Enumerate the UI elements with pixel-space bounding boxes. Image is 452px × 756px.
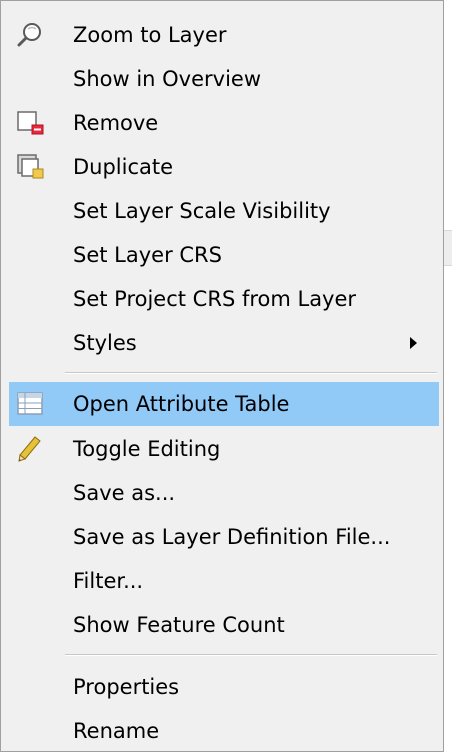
- submenu-arrow-icon: [410, 337, 417, 349]
- menu-item-label: Save as...: [73, 481, 176, 505]
- layer-context-menu: Zoom to Layer Show in Overview Remove Du…: [0, 0, 444, 752]
- menu-item-show-in-overview[interactable]: Show in Overview: [9, 57, 439, 101]
- menu-item-label: Rename: [73, 719, 160, 743]
- menu-item-set-project-crs-from-layer[interactable]: Set Project CRS from Layer: [9, 277, 439, 321]
- pencil-icon: [15, 435, 45, 463]
- menu-item-duplicate[interactable]: Duplicate: [9, 145, 439, 189]
- menu-item-label: Zoom to Layer: [73, 23, 227, 47]
- menu-item-label: Properties: [73, 675, 180, 699]
- menu-item-label: Remove: [73, 111, 159, 135]
- menu-item-label: Set Project CRS from Layer: [73, 287, 357, 311]
- attribute-table-icon: [15, 390, 45, 418]
- menu-item-label: Save as Layer Definition File...: [73, 525, 391, 549]
- remove-layer-icon: [15, 109, 45, 137]
- menu-separator: [65, 654, 437, 656]
- duplicate-layer-icon: [15, 153, 45, 181]
- menu-item-show-feature-count[interactable]: Show Feature Count: [9, 603, 439, 647]
- menu-item-zoom-to-layer[interactable]: Zoom to Layer: [9, 13, 439, 57]
- menu-item-label: Show Feature Count: [73, 613, 285, 637]
- menu-item-set-layer-scale-visibility[interactable]: Set Layer Scale Visibility: [9, 189, 439, 233]
- menu-item-label: Duplicate: [73, 155, 174, 179]
- menu-item-label: Toggle Editing: [73, 437, 221, 461]
- menu-item-properties[interactable]: Properties: [9, 665, 439, 709]
- menu-item-save-as[interactable]: Save as...: [9, 471, 439, 515]
- menu-item-label: Styles: [73, 331, 137, 355]
- menu-item-save-as-layer-definition-file[interactable]: Save as Layer Definition File...: [9, 515, 439, 559]
- menu-item-label: Set Layer CRS: [73, 243, 222, 267]
- menu-item-styles[interactable]: Styles: [9, 321, 439, 365]
- menu-item-toggle-editing[interactable]: Toggle Editing: [9, 427, 439, 471]
- menu-item-filter[interactable]: Filter...: [9, 559, 439, 603]
- menu-separator: [65, 372, 437, 374]
- menu-item-label: Set Layer Scale Visibility: [73, 199, 331, 223]
- menu-item-remove[interactable]: Remove: [9, 101, 439, 145]
- menu-item-label: Open Attribute Table: [73, 392, 290, 416]
- menu-item-open-attribute-table[interactable]: Open Attribute Table: [9, 382, 439, 426]
- menu-item-label: Filter...: [73, 569, 144, 593]
- zoom-magnifier-icon: [15, 21, 45, 49]
- menu-item-label: Show in Overview: [73, 67, 262, 91]
- menu-item-set-layer-crs[interactable]: Set Layer CRS: [9, 233, 439, 277]
- menu-item-rename[interactable]: Rename: [9, 709, 439, 753]
